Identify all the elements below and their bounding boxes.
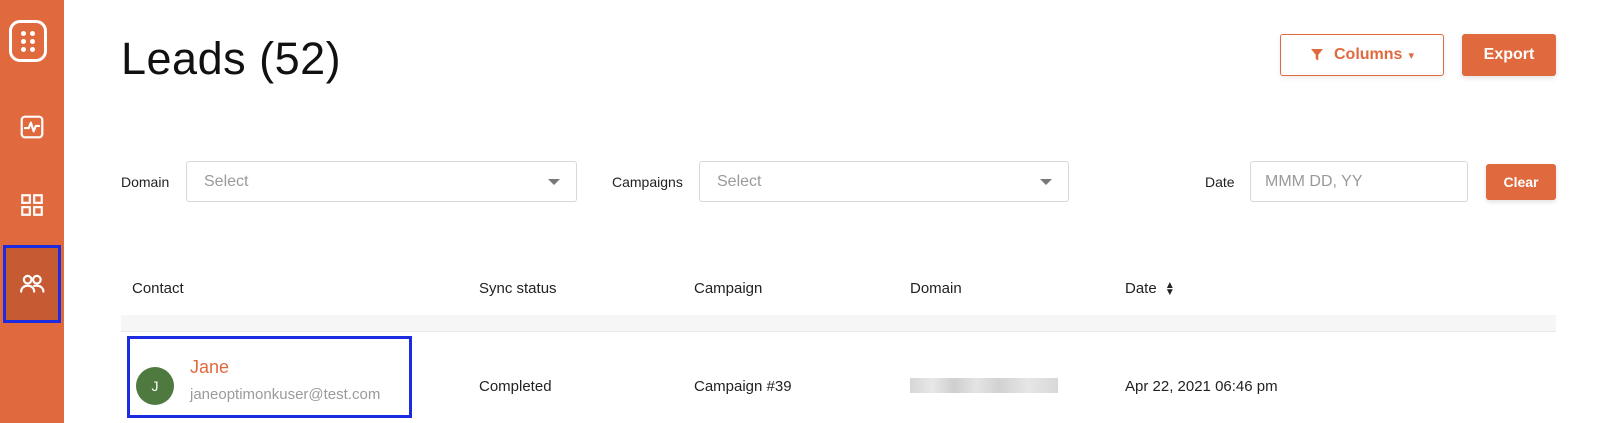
dropdown-arrow-icon xyxy=(548,179,560,185)
avatar: J xyxy=(136,367,174,405)
domain-select[interactable]: Select xyxy=(186,161,577,202)
column-header-domain: Domain xyxy=(910,280,962,297)
sidebar-item-dashboard[interactable] xyxy=(0,166,64,244)
date-input[interactable]: MMM DD, YY xyxy=(1250,161,1468,202)
sidebar-item-leads[interactable] xyxy=(3,245,61,323)
domain-cell-redacted xyxy=(910,378,1058,393)
filter-icon xyxy=(1310,48,1324,62)
caret-down-icon: ▾ xyxy=(1408,49,1414,62)
column-header-date[interactable]: Date ▲ ▼ xyxy=(1125,280,1175,298)
date-filter-label: Date xyxy=(1205,174,1235,190)
campaigns-select[interactable]: Select xyxy=(699,161,1069,202)
table-header-divider xyxy=(121,315,1556,332)
contact-email: janeoptimonkuser@test.com xyxy=(190,386,381,403)
domain-filter-label: Domain xyxy=(121,174,170,190)
column-header-date-label: Date xyxy=(1125,280,1157,297)
contact-name-link[interactable]: Jane xyxy=(190,357,229,378)
page-title: Leads (52) xyxy=(121,33,342,84)
dropdown-arrow-icon xyxy=(1040,179,1052,185)
activity-icon xyxy=(20,115,44,139)
campaigns-filter-label: Campaigns xyxy=(612,174,683,190)
app-logo-icon[interactable] xyxy=(9,20,47,62)
column-header-contact: Contact xyxy=(132,280,184,297)
columns-button[interactable]: Columns ▾ xyxy=(1280,34,1444,76)
table-row-contact-cell[interactable]: J Jane janeoptimonkuser@test.com xyxy=(127,336,412,418)
sidebar xyxy=(0,0,64,423)
date-input-placeholder: MMM DD, YY xyxy=(1265,172,1363,190)
campaign-cell: Campaign #39 xyxy=(694,378,792,395)
column-header-campaign: Campaign xyxy=(694,280,763,297)
clear-button[interactable]: Clear xyxy=(1486,164,1556,200)
export-button[interactable]: Export xyxy=(1462,34,1556,76)
date-cell: Apr 22, 2021 06:46 pm xyxy=(1125,378,1278,395)
grid-icon xyxy=(21,194,43,216)
campaigns-select-placeholder: Select xyxy=(717,172,762,190)
sync-status-cell: Completed xyxy=(479,378,552,395)
users-icon xyxy=(20,274,45,293)
column-header-sync-status: Sync status xyxy=(479,280,557,297)
sidebar-item-analytics[interactable] xyxy=(0,88,64,166)
domain-select-placeholder: Select xyxy=(204,172,249,190)
columns-button-label: Columns xyxy=(1334,46,1403,63)
sort-icon[interactable]: ▲ ▼ xyxy=(1165,281,1175,298)
